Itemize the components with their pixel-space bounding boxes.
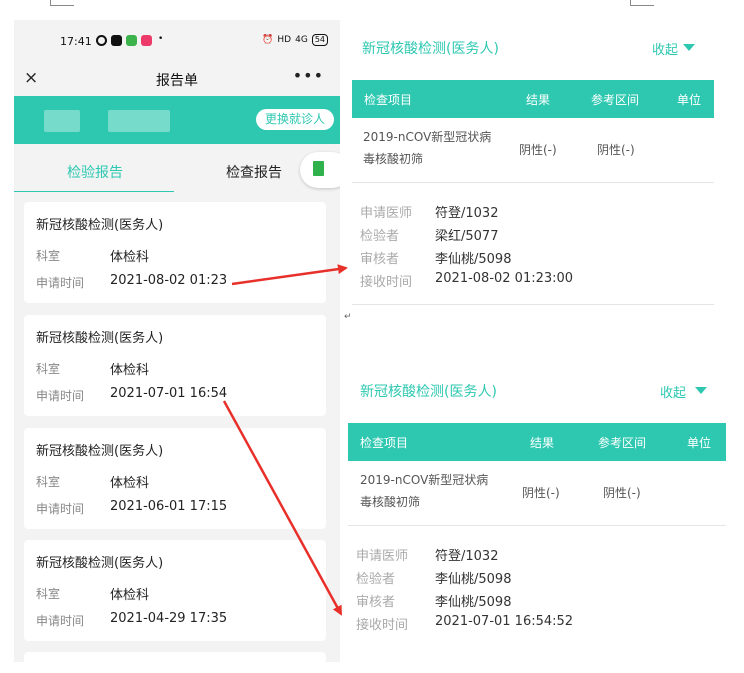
arrow-to-panel-1 xyxy=(231,264,348,286)
annotation-arrows xyxy=(222,264,348,616)
arrow-to-panel-2 xyxy=(222,400,343,616)
